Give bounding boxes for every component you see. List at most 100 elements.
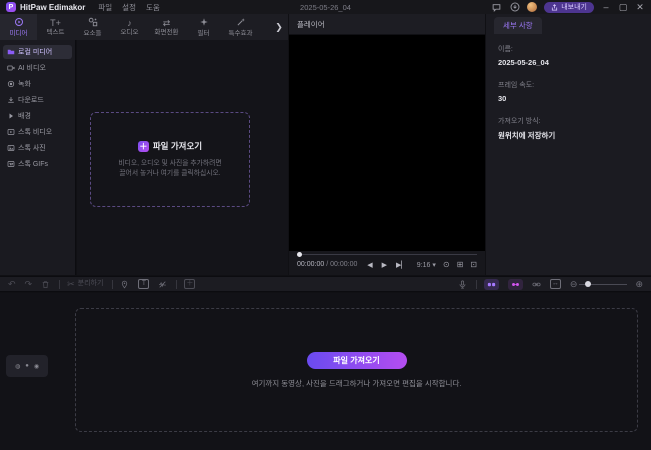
download-update-icon[interactable]	[509, 2, 520, 13]
link-clips-button[interactable]	[532, 280, 541, 289]
timeline-empty-hint: 여기까지 동영상, 사진을 드래그하거나 가져오면 편집을 시작합니다.	[252, 378, 462, 389]
tab-audio[interactable]: ♪ 오디오	[111, 14, 148, 40]
microphone-icon	[458, 280, 467, 289]
voiceover-button[interactable]	[458, 280, 467, 289]
marker-icon	[120, 280, 129, 289]
snap-toggle[interactable]	[484, 279, 499, 290]
track-eye-icon[interactable]: ●	[25, 363, 29, 369]
snapshot-icon[interactable]: ⊙	[443, 260, 450, 269]
filter-icon	[199, 17, 209, 29]
app-window: P HitPaw Edimakor 파일 설정 도움 2025-05-26_04…	[0, 0, 651, 450]
detail-field-name: 이름: 2025-05-26_04	[498, 44, 639, 67]
app-title: HitPaw Edimakor	[20, 3, 85, 12]
tabs-more-arrow[interactable]: ❯	[270, 14, 288, 40]
audio-icon: ♪	[127, 19, 132, 28]
fit-screen-icon[interactable]: ⊞	[457, 260, 464, 269]
player-header: 플레이어	[289, 14, 485, 35]
sidebar-item-download[interactable]: 다운로드	[3, 93, 72, 107]
denoise-button[interactable]	[158, 280, 167, 289]
split-label: 분리하기	[78, 279, 104, 289]
time-display: 00:00:00 / 00:00:00	[297, 261, 357, 268]
denoise-icon	[158, 280, 167, 289]
plus-icon: ＋	[138, 141, 149, 152]
marker-button[interactable]	[120, 280, 129, 289]
background-expand-icon	[7, 112, 15, 120]
tab-media[interactable]: 미디어	[0, 14, 37, 40]
prev-frame-button[interactable]: ◀	[367, 261, 372, 269]
undo-button[interactable]: ↶	[8, 279, 16, 289]
aspect-ratio-dropdown[interactable]: 9:16 ▾	[417, 261, 436, 269]
player-panel: 플레이어 00:00:00 / 00:00:00 ◀ ▶ ▶▏ 9:16 ▾ ⊙	[289, 14, 485, 275]
sidebar-item-stock-gifs[interactable]: 스톡 GIFs	[3, 157, 72, 171]
redo-button[interactable]: ↷	[25, 279, 33, 289]
stock-gif-icon	[7, 160, 15, 168]
media-library-panel: ＋ 파일 가져오기 비디오, 오디오 및 사진을 추가하려면 끌어서 놓거나 여…	[77, 40, 288, 275]
tab-effects[interactable]: 특수효과	[222, 14, 259, 40]
user-avatar[interactable]	[527, 2, 537, 12]
tab-text[interactable]: T+ 텍스트	[37, 14, 74, 40]
record-icon	[7, 80, 15, 88]
download-icon	[7, 96, 15, 104]
import-hint: 비디오, 오디오 및 사진을 추가하려면 끌어서 놓거나 여기를 클릭하십시오.	[118, 159, 221, 179]
link-icon	[532, 280, 541, 289]
crop-plus-icon: ＋	[184, 279, 195, 289]
track-mute-icon[interactable]: ◉	[34, 363, 39, 370]
timeline-toolbar: ↶ ↷ ✂ 분리하기 T ＋	[0, 276, 651, 292]
seek-handle[interactable]	[297, 252, 302, 257]
snap-magnet-icon	[487, 280, 496, 289]
delete-button[interactable]	[41, 280, 50, 289]
sidebar-item-record[interactable]: 녹화	[3, 77, 72, 91]
minimize-button[interactable]: –	[601, 2, 611, 12]
menu-settings[interactable]: 설정	[122, 2, 136, 13]
elements-icon	[88, 17, 98, 29]
sidebar-item-stock-photo[interactable]: 스톡 사진	[3, 141, 72, 155]
keyframe-icon	[511, 280, 520, 289]
stock-video-icon	[7, 128, 15, 136]
tab-details[interactable]: 세부 사항	[494, 17, 542, 34]
close-button[interactable]: ✕	[635, 2, 645, 12]
sidebar-item-local-media[interactable]: 로컬 미디어	[3, 45, 72, 59]
feedback-icon[interactable]	[491, 2, 502, 13]
maximize-button[interactable]: ▢	[618, 2, 628, 12]
seek-bar[interactable]	[297, 253, 477, 257]
timeline-zoom-slider[interactable]	[579, 284, 627, 285]
track-lock-icon[interactable]: ◍	[15, 363, 20, 370]
text-icon: T+	[50, 19, 61, 28]
keyframe-link-toggle[interactable]	[508, 279, 523, 290]
player-controls: 00:00:00 / 00:00:00 ◀ ▶ ▶▏ 9:16 ▾ ⊙ ⊞ ⊡	[289, 251, 485, 275]
titlebar: P HitPaw Edimakor 파일 설정 도움 2025-05-26_04…	[0, 0, 651, 14]
import-title: 파일 가져오기	[153, 140, 202, 152]
detail-field-framerate: 프레임 속도: 30	[498, 80, 639, 103]
import-dropzone[interactable]: ＋ 파일 가져오기 비디오, 오디오 및 사진을 추가하려면 끌어서 놓거나 여…	[90, 112, 250, 207]
text-box-icon: T	[138, 279, 149, 289]
media-icon	[14, 17, 24, 29]
split-button[interactable]: ✂ 분리하기	[67, 279, 103, 289]
fullscreen-icon[interactable]: ⊡	[470, 260, 477, 269]
zoom-out-button[interactable]: ⊖	[570, 279, 578, 289]
zoom-in-button[interactable]: ⊕	[635, 279, 643, 289]
play-button[interactable]: ▶	[382, 261, 387, 269]
fit-timeline-button[interactable]: ↔	[550, 279, 561, 289]
timeline-import-button[interactable]: 파일 가져오기	[307, 352, 407, 369]
text-box-button[interactable]: T	[138, 279, 149, 289]
tab-transition[interactable]: ⇄ 화면전환	[148, 14, 185, 40]
export-icon	[551, 4, 558, 11]
tab-elements[interactable]: 요소들	[74, 14, 111, 40]
video-preview[interactable]	[289, 35, 485, 251]
seek-track	[299, 254, 477, 255]
sidebar-item-stock-video[interactable]: 스톡 비디오	[3, 125, 72, 139]
tab-filter[interactable]: 필터	[185, 14, 222, 40]
timeline-area[interactable]: ◍ ● ◉ 파일 가져오기 여기까지 동영상, 사진을 드래그하거나 가져오면 …	[0, 293, 651, 450]
next-frame-button[interactable]: ▶▏	[396, 261, 407, 269]
export-button[interactable]: 내보내기	[544, 2, 594, 13]
timeline-dropzone[interactable]: 파일 가져오기 여기까지 동영상, 사진을 드래그하거나 가져오면 편집을 시작…	[75, 308, 638, 432]
sidebar-item-background[interactable]: 배경	[3, 109, 72, 123]
sidebar-item-ai-video[interactable]: AI 비디오	[3, 61, 72, 75]
crop-button[interactable]: ＋	[184, 279, 195, 289]
transition-icon: ⇄	[163, 19, 171, 28]
menu-file[interactable]: 파일	[98, 2, 112, 13]
ribbon-tabbar: 미디어 T+ 텍스트 요소들 ♪ 오디오 ⇄ 화면전환 필터	[0, 14, 288, 40]
zoom-slider-handle[interactable]	[585, 281, 591, 287]
menu-help[interactable]: 도움	[146, 2, 160, 13]
ai-video-icon	[7, 64, 15, 72]
